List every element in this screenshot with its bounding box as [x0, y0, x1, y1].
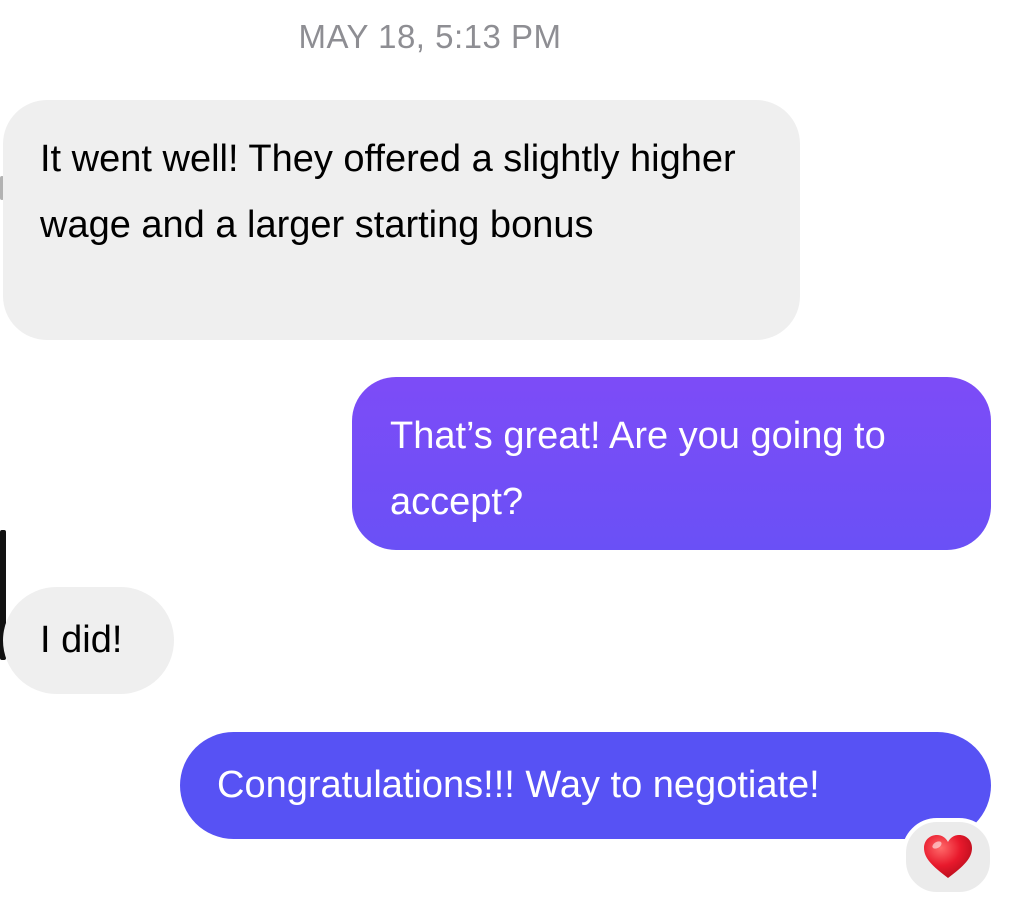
incoming-message-bubble[interactable]: I did! — [3, 587, 174, 694]
incoming-message-bubble[interactable]: It went well! They offered a slightly hi… — [3, 100, 800, 340]
outgoing-message-bubble[interactable]: That’s great! Are you going to accept? — [352, 377, 991, 550]
message-text: It went well! They offered a slightly hi… — [40, 138, 736, 246]
message-text: I did! — [40, 619, 123, 661]
message-text: Congratulations!!! Way to negotiate! — [217, 764, 820, 806]
outgoing-message-bubble[interactable]: Congratulations!!! Way to negotiate! — [180, 732, 991, 839]
message-timestamp: MAY 18, 5:13 PM — [298, 18, 562, 55]
red-heart-icon — [924, 835, 972, 878]
message-reaction[interactable] — [902, 818, 994, 896]
message-text: That’s great! Are you going to accept? — [390, 415, 886, 523]
